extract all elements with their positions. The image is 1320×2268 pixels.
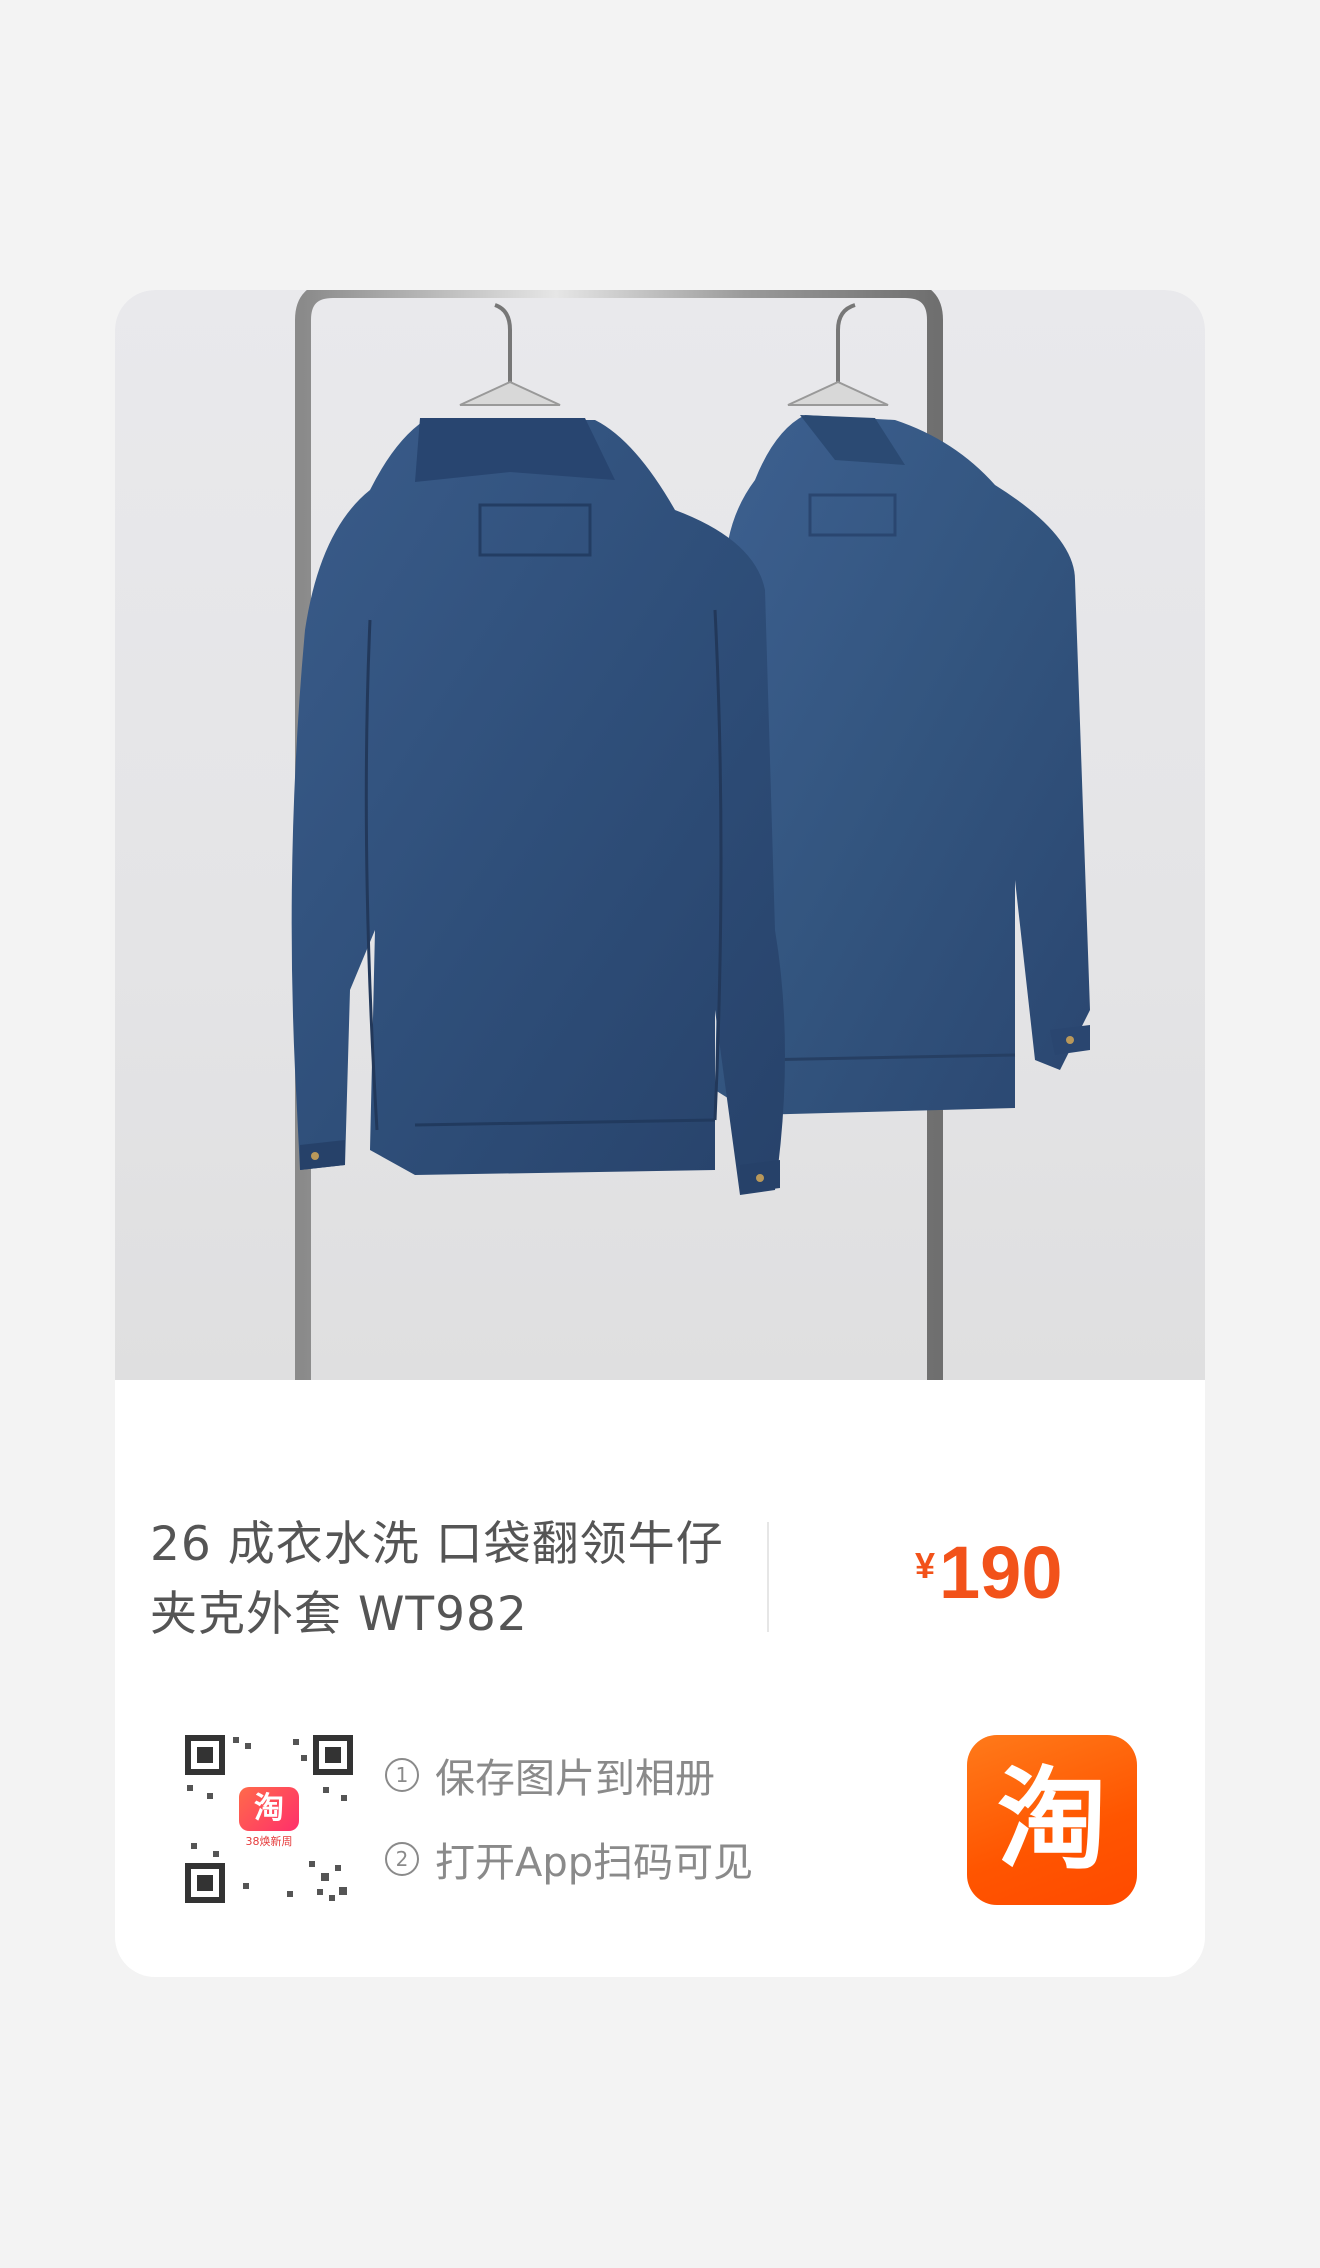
qr-logo-char: 淘 bbox=[239, 1787, 299, 1831]
qr-center-logo: 淘 38焕新周 bbox=[235, 1785, 303, 1853]
step-number: 2 bbox=[385, 1842, 419, 1876]
step-text: 保存图片到相册 bbox=[435, 1756, 715, 1802]
taobao-app-icon[interactable]: 淘 bbox=[967, 1735, 1137, 1905]
product-price: ¥190 bbox=[915, 1530, 1063, 1615]
step-open-app: 2 打开App扫码可见 bbox=[385, 1829, 753, 1889]
product-title: 26 成衣水洗 口袋翻领牛仔 夹克外套 WT982 bbox=[150, 1510, 740, 1650]
price-currency: ¥ bbox=[915, 1545, 936, 1586]
qr-logo-tag: 38焕新周 bbox=[245, 1835, 293, 1848]
product-image[interactable] bbox=[115, 290, 1205, 1380]
product-title-line1: 26 成衣水洗 口袋翻领牛仔 bbox=[150, 1517, 724, 1572]
step-number: 1 bbox=[385, 1758, 419, 1792]
product-title-line2: 夹克外套 WT982 bbox=[150, 1587, 528, 1642]
step-text: 打开App扫码可见 bbox=[435, 1840, 754, 1886]
denim-jackets-photo bbox=[291, 290, 1090, 1380]
qr-code: 淘 38焕新周 bbox=[183, 1733, 355, 1905]
scan-instructions: 1 保存图片到相册 2 打开App扫码可见 bbox=[385, 1745, 753, 1913]
share-card: 26 成衣水洗 口袋翻领牛仔 夹克外套 WT982 ¥190 淘 38焕新周 1… bbox=[115, 290, 1205, 1977]
divider bbox=[767, 1522, 769, 1632]
step-save-image: 1 保存图片到相册 bbox=[385, 1745, 753, 1805]
price-amount: 190 bbox=[939, 1531, 1063, 1614]
